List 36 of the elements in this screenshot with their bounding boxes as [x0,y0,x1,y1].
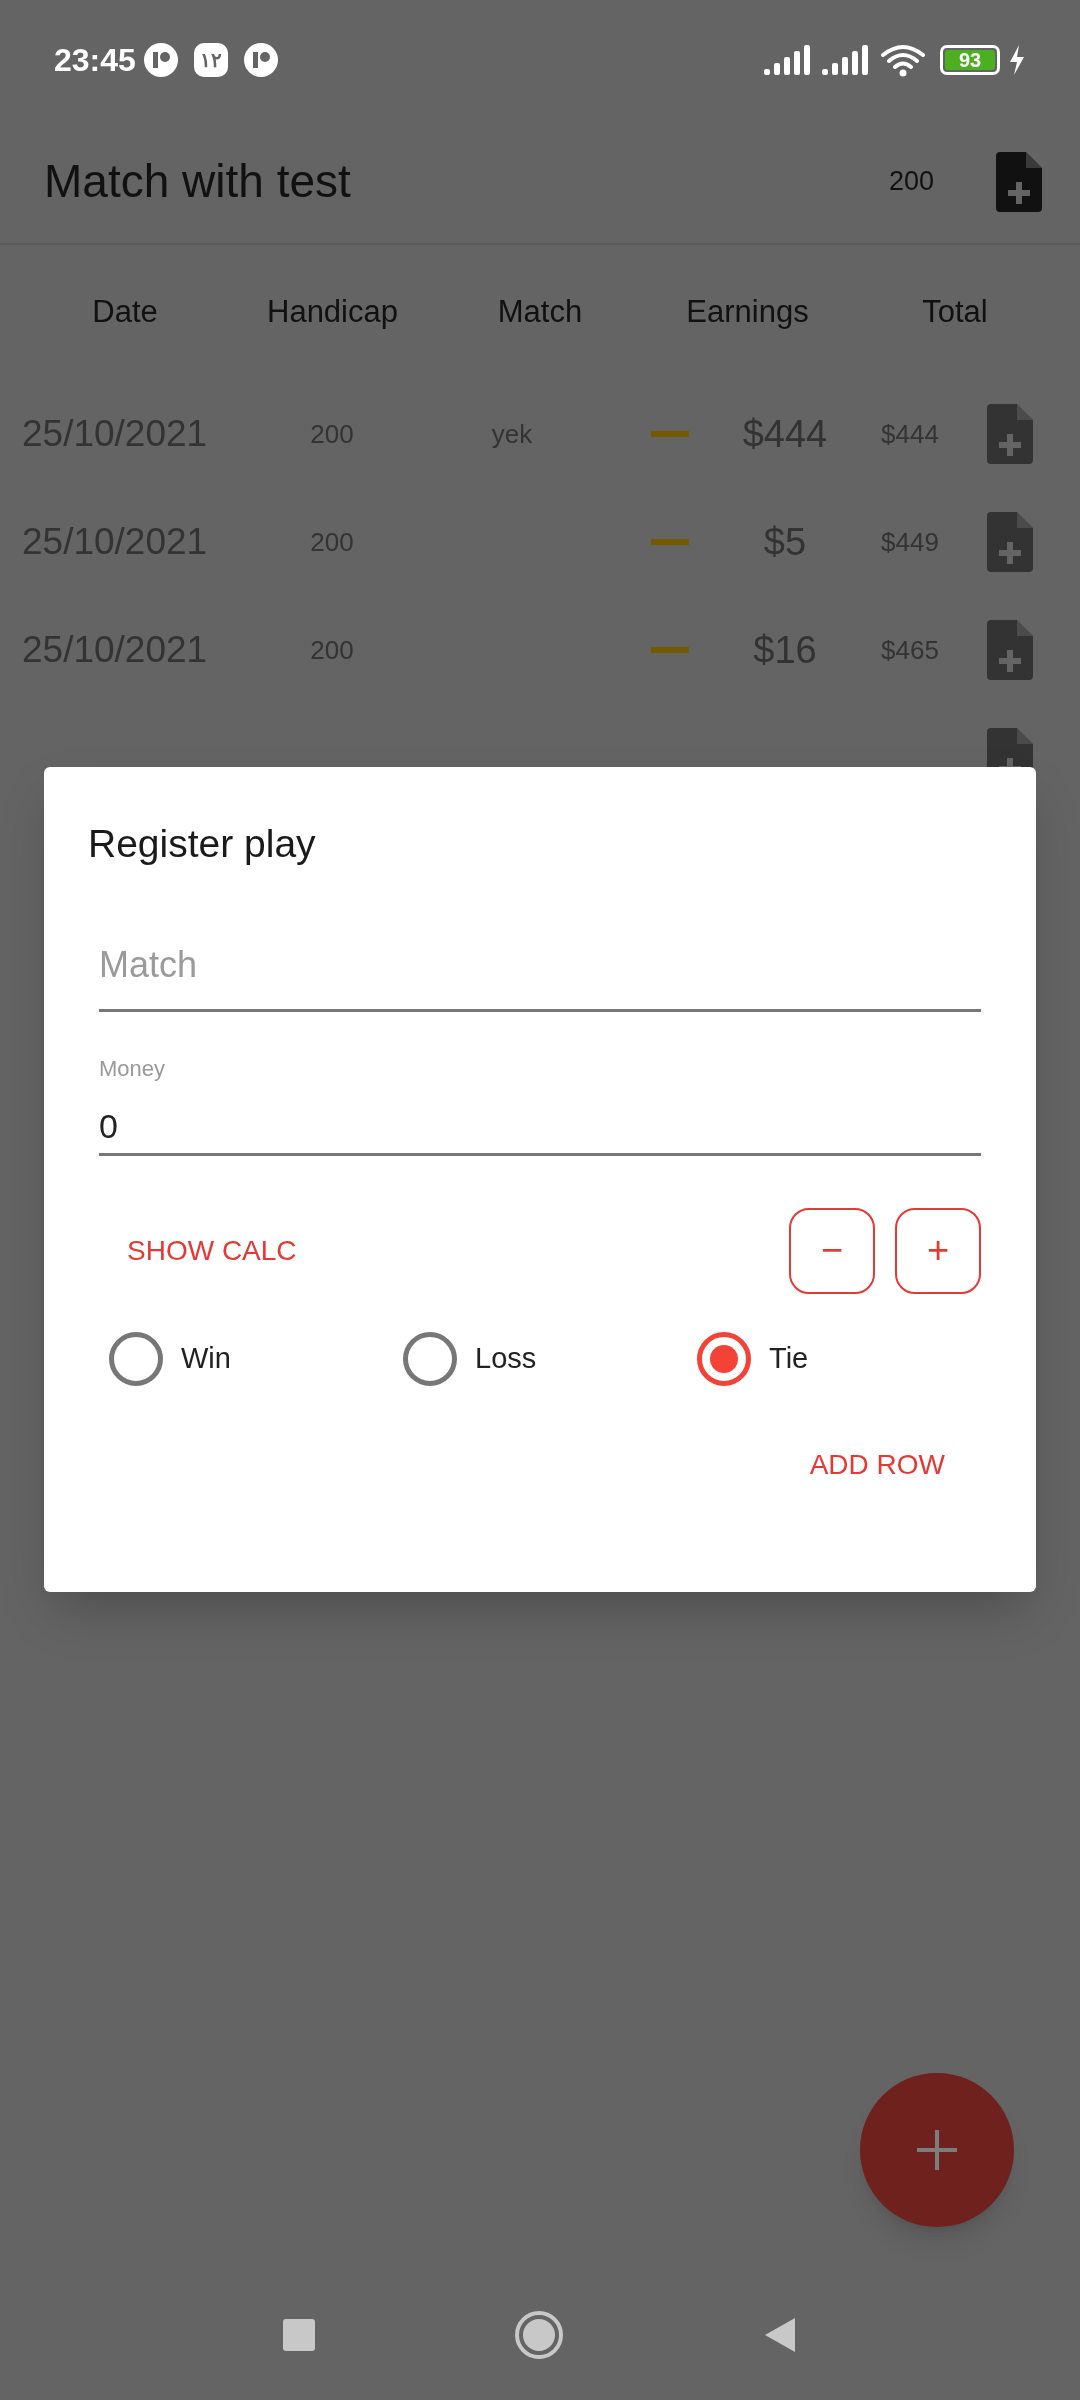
charging-icon [1008,45,1026,75]
status-time: 23:45 [54,41,136,80]
show-calc-button[interactable]: SHOW CALC [127,1229,297,1272]
tie-indicator-icon [651,431,689,437]
radio-label: Win [181,1340,231,1376]
signal-icon [764,45,812,75]
app-title: Match with test [44,154,352,209]
column-header: Match [496,293,584,332]
radio-button[interactable] [403,1331,457,1386]
back-icon[interactable] [763,2316,797,2354]
notification-icon [143,43,178,77]
column-header: Earnings [685,293,810,332]
radio-label: Loss [475,1340,537,1376]
notification-badge: ۱۲ [193,43,228,77]
column-header: Total [921,293,989,332]
radio-label: Tie [769,1340,809,1376]
tie-indicator-icon [651,539,689,545]
wifi-icon [880,43,926,77]
add-row-button[interactable]: ADD ROW [809,1443,945,1486]
handicap-value: 200 [888,165,934,199]
column-header: Date [91,293,159,332]
money-field[interactable]: 0 [99,1100,981,1152]
minus-button[interactable]: − [789,1207,875,1294]
tie-indicator-icon [651,647,689,653]
radio-button[interactable] [697,1331,751,1386]
money-label: Money [99,1054,167,1083]
match-field[interactable]: Match [99,937,981,992]
column-header: Handicap [266,293,399,332]
home-icon[interactable] [515,2311,563,2359]
dialog-title: Register play [88,821,317,867]
notification-icon [243,43,278,77]
battery-level: 93 [945,50,995,70]
signal-icon [822,45,870,75]
plus-button[interactable]: + [895,1207,981,1294]
radio-button[interactable] [109,1331,163,1386]
plus-icon [915,2128,959,2172]
